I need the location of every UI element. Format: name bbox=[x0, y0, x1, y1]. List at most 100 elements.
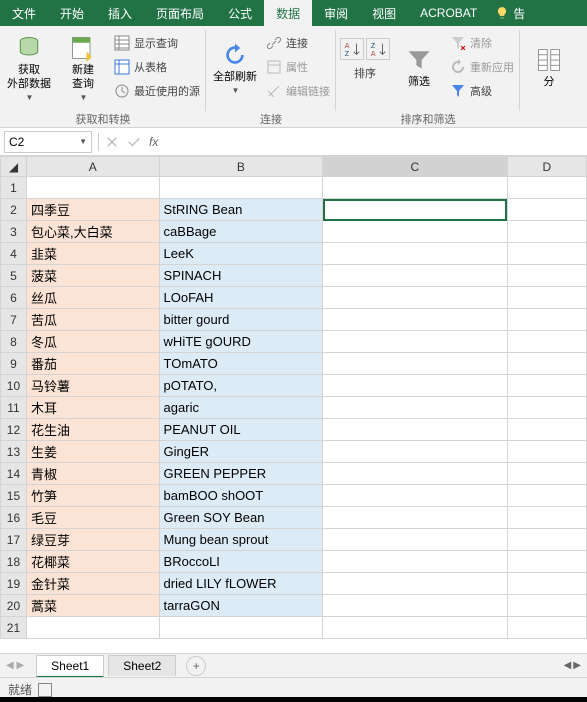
tab-formulas[interactable]: 公式 bbox=[216, 0, 264, 26]
cell[interactable] bbox=[507, 529, 586, 551]
cell[interactable] bbox=[507, 441, 586, 463]
edit-links-button[interactable]: 编辑链接 bbox=[264, 80, 332, 102]
row-header[interactable]: 15 bbox=[1, 485, 27, 507]
cell[interactable] bbox=[507, 551, 586, 573]
text-to-columns-button[interactable]: 分 bbox=[524, 32, 574, 104]
cell[interactable]: 包心菜,大白菜 bbox=[26, 221, 159, 243]
cell[interactable]: 菠菜 bbox=[26, 265, 159, 287]
tab-view[interactable]: 视图 bbox=[360, 0, 408, 26]
row-header[interactable]: 9 bbox=[1, 353, 27, 375]
cell[interactable] bbox=[507, 375, 586, 397]
row-header[interactable]: 1 bbox=[1, 177, 27, 199]
cell[interactable]: 蒿菜 bbox=[26, 595, 159, 617]
clear-button[interactable]: 清除 bbox=[448, 32, 516, 54]
row-header[interactable]: 14 bbox=[1, 463, 27, 485]
cell[interactable] bbox=[507, 485, 586, 507]
cell[interactable]: pOTATO, bbox=[159, 375, 323, 397]
cell[interactable] bbox=[26, 617, 159, 639]
add-sheet-button[interactable]: + bbox=[186, 656, 206, 676]
cell[interactable] bbox=[507, 243, 586, 265]
reapply-button[interactable]: 重新应用 bbox=[448, 56, 516, 78]
cell[interactable] bbox=[323, 353, 507, 375]
row-header[interactable]: 6 bbox=[1, 287, 27, 309]
cell[interactable] bbox=[507, 309, 586, 331]
worksheet-grid[interactable]: ◢ A B C D 12四季豆StRING Bean3包心菜,大白菜caBBag… bbox=[0, 156, 587, 644]
new-query-button[interactable]: 新建 查询 ▼ bbox=[58, 32, 108, 104]
row-header[interactable]: 11 bbox=[1, 397, 27, 419]
fx-label[interactable]: fx bbox=[149, 135, 158, 149]
cell[interactable]: TOmATO bbox=[159, 353, 323, 375]
cell[interactable] bbox=[507, 397, 586, 419]
cell[interactable] bbox=[159, 617, 323, 639]
cell[interactable]: 四季豆 bbox=[26, 199, 159, 221]
col-header-D[interactable]: D bbox=[507, 157, 586, 177]
cell[interactable]: 苦瓜 bbox=[26, 309, 159, 331]
record-macro-button[interactable] bbox=[38, 683, 52, 697]
cell[interactable]: Mung bean sprout bbox=[159, 529, 323, 551]
tab-data[interactable]: 数据 bbox=[264, 0, 312, 26]
row-header[interactable]: 3 bbox=[1, 221, 27, 243]
get-external-data-button[interactable]: 获取 外部数据 ▼ bbox=[4, 32, 54, 104]
cell[interactable]: 生姜 bbox=[26, 441, 159, 463]
cell[interactable] bbox=[159, 177, 323, 199]
row-header[interactable]: 20 bbox=[1, 595, 27, 617]
cell[interactable]: 木耳 bbox=[26, 397, 159, 419]
cell[interactable]: caBBage bbox=[159, 221, 323, 243]
cell[interactable]: 青椒 bbox=[26, 463, 159, 485]
tab-insert[interactable]: 插入 bbox=[96, 0, 144, 26]
cell[interactable] bbox=[323, 507, 507, 529]
refresh-all-button[interactable]: 全部刷新 ▼ bbox=[210, 32, 260, 104]
cell[interactable] bbox=[507, 221, 586, 243]
scroll-left[interactable]: ◀ bbox=[564, 660, 572, 671]
cell[interactable] bbox=[323, 375, 507, 397]
row-header[interactable]: 12 bbox=[1, 419, 27, 441]
cell[interactable]: 竹笋 bbox=[26, 485, 159, 507]
row-header[interactable]: 18 bbox=[1, 551, 27, 573]
sort-desc-button[interactable]: ZA bbox=[366, 38, 390, 60]
cell[interactable] bbox=[323, 551, 507, 573]
cell[interactable] bbox=[323, 243, 507, 265]
cell[interactable] bbox=[323, 617, 507, 639]
cell[interactable]: wHiTE gOURD bbox=[159, 331, 323, 353]
tab-file[interactable]: 文件 bbox=[0, 0, 48, 26]
from-table-button[interactable]: 从表格 bbox=[112, 56, 202, 78]
row-header[interactable]: 17 bbox=[1, 529, 27, 551]
cell[interactable] bbox=[26, 177, 159, 199]
cell[interactable] bbox=[507, 287, 586, 309]
row-header[interactable]: 4 bbox=[1, 243, 27, 265]
cell[interactable] bbox=[323, 485, 507, 507]
cell[interactable]: agaric bbox=[159, 397, 323, 419]
check-icon[interactable] bbox=[127, 135, 141, 149]
row-header[interactable]: 13 bbox=[1, 441, 27, 463]
sheet-tab-1[interactable]: Sheet1 bbox=[36, 655, 104, 678]
cell[interactable]: 花椰菜 bbox=[26, 551, 159, 573]
tab-pagelayout[interactable]: 页面布局 bbox=[144, 0, 216, 26]
row-header[interactable]: 2 bbox=[1, 199, 27, 221]
formula-input[interactable] bbox=[164, 131, 583, 153]
scroll-right[interactable]: ▶ bbox=[573, 660, 581, 671]
cell[interactable] bbox=[507, 419, 586, 441]
cell[interactable] bbox=[507, 199, 586, 221]
cell[interactable] bbox=[323, 419, 507, 441]
cell[interactable] bbox=[507, 463, 586, 485]
tell-me[interactable]: 告 bbox=[489, 5, 531, 22]
cell[interactable]: 番茄 bbox=[26, 353, 159, 375]
recent-sources-button[interactable]: 最近使用的源 bbox=[112, 80, 202, 102]
select-all-corner[interactable]: ◢ bbox=[1, 157, 27, 177]
row-header[interactable]: 10 bbox=[1, 375, 27, 397]
cell[interactable] bbox=[323, 309, 507, 331]
row-header[interactable]: 8 bbox=[1, 331, 27, 353]
cell[interactable]: Green SOY Bean bbox=[159, 507, 323, 529]
cell[interactable]: GREEN PEPPER bbox=[159, 463, 323, 485]
cell[interactable] bbox=[507, 331, 586, 353]
sheet-tab-2[interactable]: Sheet2 bbox=[108, 655, 176, 676]
cell[interactable] bbox=[507, 353, 586, 375]
row-header[interactable]: 7 bbox=[1, 309, 27, 331]
cell[interactable] bbox=[323, 441, 507, 463]
cell[interactable] bbox=[323, 177, 507, 199]
cell[interactable]: SPINACH bbox=[159, 265, 323, 287]
cell[interactable] bbox=[323, 199, 507, 221]
cell[interactable]: 金针菜 bbox=[26, 573, 159, 595]
cell[interactable] bbox=[323, 287, 507, 309]
cell[interactable]: LeeK bbox=[159, 243, 323, 265]
